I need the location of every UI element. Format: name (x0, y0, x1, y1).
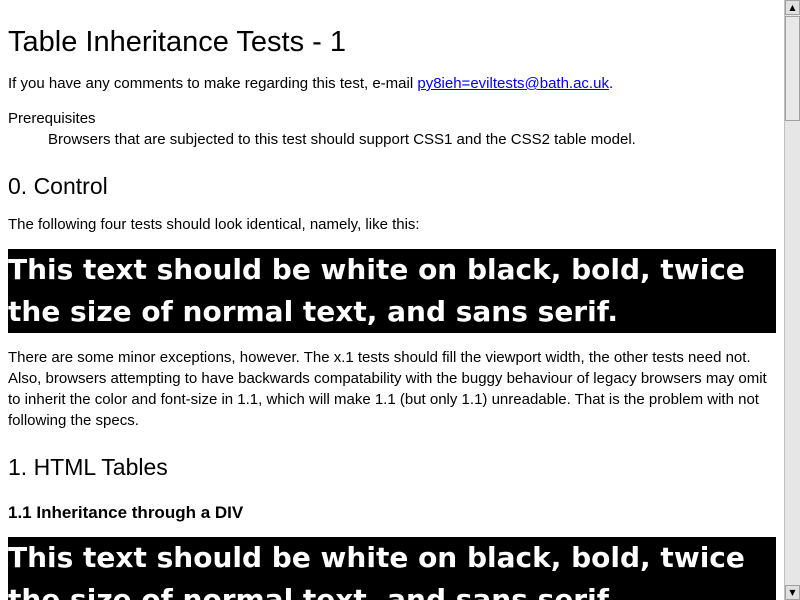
control-heading: 0. Control (8, 173, 108, 199)
intro-text: If you have any comments to make regardi… (8, 75, 418, 92)
page-title: Table Inheritance Tests - 1 (8, 26, 346, 58)
email-link[interactable]: py8ieh=eviltests@bath.ac.uk (417, 75, 609, 92)
test-1-1-sample-box: This text should be white on black, bold… (8, 537, 776, 600)
exceptions-paragraph: There are some minor exceptions, however… (8, 349, 767, 429)
intro-paragraph: If you have any comments to make regardi… (8, 74, 776, 94)
scroll-down-arrow-icon[interactable]: ▼ (785, 585, 800, 600)
scrollbar-thumb[interactable] (785, 16, 800, 121)
prerequisites-description: Browsers that are subjected to this test… (48, 131, 636, 148)
html-tables-heading: 1. HTML Tables (8, 454, 168, 480)
document-viewport: Table Inheritance Tests - 1 If you have … (0, 0, 784, 600)
intro-end: . (608, 75, 614, 92)
prerequisites-list: Prerequisites Browsers that are subjecte… (8, 108, 776, 150)
vertical-scrollbar[interactable]: ▲ ▼ (784, 0, 800, 600)
div-inheritance-heading: 1.1 Inheritance through a DIV (8, 503, 244, 522)
control-sample-box: This text should be white on black, bold… (8, 249, 776, 333)
control-text: The following four tests should look ide… (8, 216, 420, 233)
document-content: Table Inheritance Tests - 1 If you have … (0, 24, 784, 600)
scroll-up-arrow-icon[interactable]: ▲ (785, 0, 800, 15)
prerequisites-term: Prerequisites (8, 110, 96, 127)
